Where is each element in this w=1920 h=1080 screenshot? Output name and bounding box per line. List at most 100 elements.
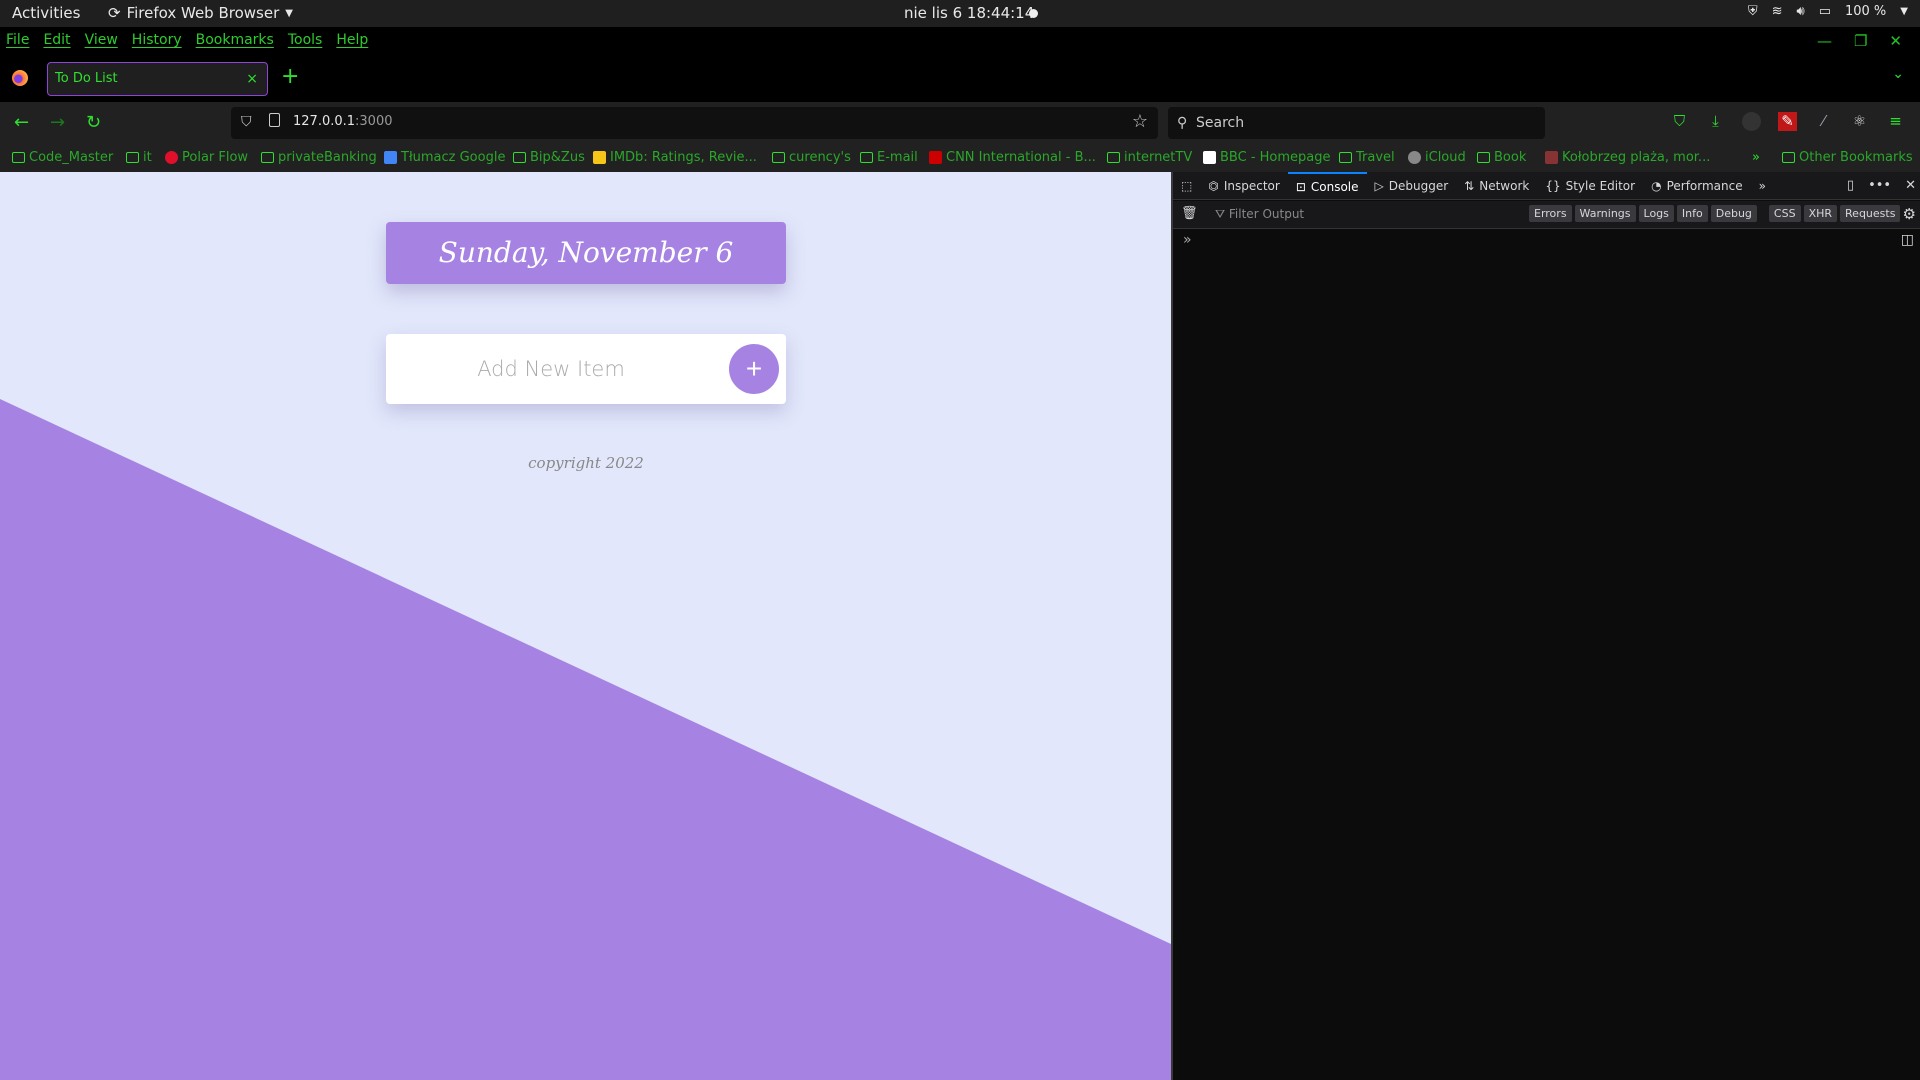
filter-errors[interactable]: Errors [1529, 205, 1572, 222]
tab-label: Debugger [1388, 178, 1449, 193]
bookmark-label: Travel [1356, 150, 1395, 165]
reload-icon[interactable]: ↻ [86, 112, 101, 133]
filter-xhr[interactable]: XHR [1803, 205, 1838, 222]
list-all-tabs-icon[interactable]: ⌄ [1892, 66, 1904, 82]
menu-bookmarks[interactable]: Bookmarks [196, 27, 274, 54]
console-toolbar: 🗑︎ ⛛ Filter Output Errors Warnings Logs … [1173, 201, 1920, 229]
toggle-sidebar-icon[interactable]: ◫ [1901, 232, 1914, 248]
forward-icon[interactable]: → [50, 112, 65, 133]
performance-icon: ◔ [1651, 178, 1662, 193]
tab-network[interactable]: ⇅ Network [1456, 172, 1537, 200]
separator [1760, 205, 1766, 222]
bookmark-item[interactable]: Book [1477, 150, 1526, 165]
tab-style-editor[interactable]: {} Style Editor [1537, 172, 1643, 200]
close-tab-icon[interactable]: × [246, 63, 258, 95]
folder-icon [772, 152, 785, 163]
new-tab-button[interactable]: + [281, 64, 299, 89]
page-info-icon[interactable] [269, 113, 280, 127]
clear-console-icon[interactable]: 🗑︎ [1181, 206, 1198, 221]
tracking-protection-icon[interactable]: ⛉ [241, 114, 252, 130]
bookmark-item[interactable]: internetTV [1107, 150, 1192, 165]
filter-warnings[interactable]: Warnings [1574, 205, 1636, 222]
google-translate-icon [384, 151, 397, 164]
date-header: Sunday, November 6 [386, 222, 786, 284]
bookmark-item[interactable]: E-mail [860, 150, 918, 165]
apple-icon [1408, 151, 1421, 164]
add-item-button[interactable]: + [729, 344, 779, 394]
system-tray[interactable]: ⛨ ≋ 🔊︎ ▭ 100 % ▼ [1748, 4, 1908, 19]
console-settings-gear-icon[interactable]: ⚙ [1903, 205, 1916, 223]
search-input[interactable]: ⚲ Search [1168, 107, 1545, 139]
bookmark-label: Bip&Zus [530, 150, 585, 165]
bookmark-item[interactable]: IMDb: Ratings, Revie... [593, 150, 757, 165]
folder-icon [1107, 152, 1120, 163]
filter-css[interactable]: CSS [1768, 205, 1801, 222]
tab-title: To Do List [55, 71, 118, 86]
menu-file[interactable]: File [6, 27, 29, 54]
bookmark-item[interactable]: CNN International - B... [929, 150, 1096, 165]
bookmark-item[interactable]: Kołobrzeg plaża, mor... [1545, 150, 1710, 165]
tab-label: Network [1479, 178, 1530, 193]
bookmark-item[interactable]: iCloud [1408, 150, 1466, 165]
folder-icon [12, 152, 25, 163]
filter-logs[interactable]: Logs [1638, 205, 1674, 222]
bookmark-item[interactable]: curency's [772, 150, 851, 165]
filter-output-input[interactable]: ⛛ Filter Output [1215, 207, 1304, 222]
bookmark-item[interactable]: Bip&Zus [513, 150, 585, 165]
page-viewport: Sunday, November 6 + copyright 2022 [0, 172, 1171, 1080]
tab-label: Style Editor [1565, 178, 1636, 193]
pocket-icon[interactable]: ⛉ [1670, 112, 1689, 131]
filter-placeholder: Filter Output [1228, 207, 1305, 221]
close-window-icon[interactable]: ✕ [1889, 32, 1902, 50]
app-menu[interactable]: ⟳ Firefox Web Browser ▼ [108, 4, 293, 22]
clock[interactable]: nie lis 6 18:44:14 [904, 4, 1034, 22]
more-options-icon[interactable]: ••• [1868, 178, 1891, 193]
menu-view[interactable]: View [85, 27, 118, 54]
eyedropper-icon[interactable]: ⁄ [1814, 112, 1833, 131]
url-text[interactable]: 127.0.0.1:3000 [293, 114, 393, 129]
element-picker-icon[interactable]: ⬚ [1173, 172, 1200, 200]
restore-icon[interactable]: ❐ [1854, 32, 1867, 50]
bookmark-item[interactable]: Travel [1339, 150, 1395, 165]
hamburger-menu-icon[interactable]: ≡ [1886, 112, 1905, 131]
menu-tools[interactable]: Tools [288, 27, 323, 54]
bookmark-item[interactable]: BBC - Homepage [1203, 150, 1331, 165]
extension-red-icon[interactable]: ✎ [1778, 112, 1797, 131]
bookmark-label: BBC - Homepage [1220, 150, 1331, 165]
filter-info[interactable]: Info [1676, 205, 1708, 222]
url-bar[interactable]: ⛉ 127.0.0.1:3000 ☆ [231, 107, 1158, 139]
other-bookmarks[interactable]: Other Bookmarks [1782, 150, 1913, 165]
bookmark-item[interactable]: privateBanking [261, 150, 377, 165]
dock-icon[interactable]: ▯ [1847, 178, 1854, 193]
bookmark-item[interactable]: Polar Flow [165, 150, 248, 165]
menu-history[interactable]: History [132, 27, 182, 54]
filter-requests[interactable]: Requests [1840, 205, 1901, 222]
extension-dark-icon[interactable] [1742, 112, 1761, 131]
minimize-icon[interactable]: — [1817, 32, 1832, 50]
more-tools-chevron-icon[interactable]: » [1751, 172, 1774, 200]
tab-to-do-list[interactable]: To Do List × [47, 62, 268, 96]
filter-debug[interactable]: Debug [1710, 205, 1757, 222]
react-devtools-icon[interactable]: ⚛ [1850, 112, 1869, 131]
tab-debugger[interactable]: ▷ Debugger [1367, 172, 1457, 200]
bookmark-item[interactable]: Tłumacz Google [384, 150, 505, 165]
tab-inspector[interactable]: ⏣ Inspector [1200, 172, 1287, 200]
cnn-icon [929, 151, 942, 164]
background-diagonal [0, 399, 1171, 1080]
debugger-icon: ▷ [1374, 178, 1384, 193]
console-input-prompt[interactable]: » [1183, 232, 1192, 248]
new-item-input[interactable] [406, 349, 696, 389]
downloads-icon[interactable]: ⤓ [1706, 112, 1725, 131]
close-devtools-icon[interactable]: ✕ [1905, 178, 1916, 193]
tab-console[interactable]: ⊡ Console [1287, 171, 1367, 200]
menu-help[interactable]: Help [336, 27, 368, 54]
tab-performance[interactable]: ◔ Performance [1643, 172, 1751, 200]
back-icon[interactable]: ← [14, 112, 29, 133]
activities-button[interactable]: Activities [12, 4, 80, 22]
menu-edit[interactable]: Edit [43, 27, 70, 54]
bookmark-item[interactable]: Code_Master [12, 150, 113, 165]
folder-icon [860, 152, 873, 163]
more-bookmarks-chevron-icon[interactable]: » [1752, 150, 1760, 165]
bookmark-item[interactable]: it [126, 150, 152, 165]
bookmark-star-icon[interactable]: ☆ [1132, 111, 1148, 132]
